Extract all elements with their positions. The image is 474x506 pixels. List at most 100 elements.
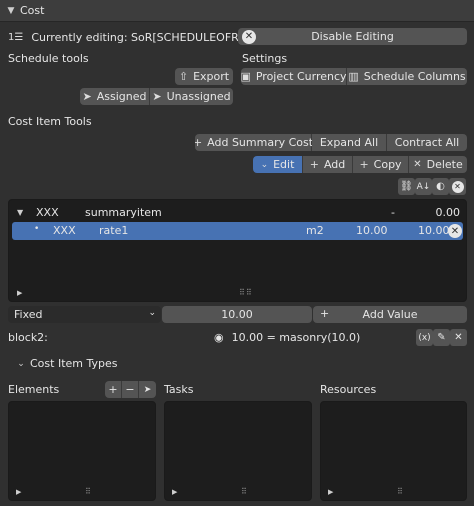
add-summary-cost-button[interactable]: + Add Summary Cost (195, 134, 313, 151)
expand-filter-icon[interactable]: ▶ (16, 488, 21, 496)
expand-filter-icon[interactable]: ▶ (172, 488, 177, 496)
add-element-button[interactable]: + (105, 381, 122, 398)
cost-tools-row1: + Add Summary Cost Expand All Contract A… (195, 134, 467, 151)
copy-label: Copy (373, 158, 402, 171)
project-currency-label: Project Currency (255, 70, 347, 83)
value-type-dropdown[interactable]: Fixed ⌄ (8, 306, 161, 323)
block-formula: 10.00 = masonry(10.0) (231, 331, 361, 344)
shading-button[interactable]: ◐ (432, 178, 449, 195)
expand-all-button[interactable]: Expand All (312, 134, 387, 151)
chevron-down-icon: ▼ (7, 5, 15, 16)
sort-button[interactable]: A↓ (415, 178, 432, 195)
resize-grip-icon[interactable]: ⠿⠿ (239, 288, 253, 297)
close-icon: ✕ (451, 180, 464, 193)
value-field[interactable]: 10.00 (162, 306, 312, 323)
tasks-heading: Tasks (164, 383, 194, 396)
remove-formula-button[interactable]: ✕ (450, 329, 467, 346)
row-qty: 10.00 (356, 224, 388, 237)
export-icon: ⇧ (178, 70, 189, 83)
contract-all-button[interactable]: Contract All (387, 134, 467, 151)
cursor-icon: ➤ (82, 90, 92, 103)
add-label: Add (323, 158, 346, 171)
cancel-icon: ✕ (242, 29, 256, 44)
clear-button[interactable]: ✕ (449, 178, 466, 195)
tasks-list[interactable]: ▶ ⠿ (164, 401, 312, 501)
export-label: Export (193, 70, 230, 83)
unassigned-label: Unassigned (166, 90, 231, 103)
resize-grip-icon[interactable]: ⠿ (85, 487, 92, 496)
add-value-label: Add Value (362, 308, 418, 321)
plus-icon: + (359, 158, 369, 171)
copy-button[interactable]: + Copy (353, 156, 409, 173)
project-currency-button[interactable]: ▣ Project Currency (241, 68, 347, 85)
table-row[interactable]: ▼ XXX summaryitem - 0.00 (9, 204, 466, 222)
shading-icon: ◐ (436, 181, 445, 192)
disable-editing-label: Disable Editing (311, 30, 394, 43)
sort-alpha-icon: A↓ (416, 181, 431, 192)
disable-editing-button[interactable]: ✕ Disable Editing (238, 28, 467, 45)
resources-list[interactable]: ▶ ⠿ (320, 401, 467, 501)
elements-tools: + − ➤ (105, 381, 156, 398)
row-value: 0.00 (435, 206, 461, 219)
link-icon: ⛓ (400, 181, 413, 192)
settings-button-group: ▣ Project Currency ▥ Schedule Columns (241, 68, 467, 85)
delete-label: Delete (426, 158, 463, 171)
link-button[interactable]: ⛓ (398, 178, 415, 195)
plus-icon: + (195, 136, 203, 149)
list-numbered-icon: 1☰ (8, 32, 24, 43)
collapse-triangle-icon[interactable]: ▼ (17, 208, 23, 217)
schedule-columns-label: Schedule Columns (363, 70, 466, 83)
chevron-down-icon: ⌄ (17, 358, 25, 369)
add-value-button[interactable]: + Add Value (313, 306, 467, 323)
block-formula-row: ◉ 10.00 = masonry(10.0) (214, 329, 360, 346)
bullet-icon: • (34, 224, 40, 234)
assignment-button-group: ➤ Assigned ➤ Unassigned (80, 88, 233, 105)
contract-all-label: Contract All (394, 136, 460, 149)
unassigned-button[interactable]: ➤ Unassigned (150, 88, 233, 105)
select-element-button[interactable]: ➤ (139, 381, 156, 398)
resources-heading: Resources (320, 383, 377, 396)
expand-filter-icon[interactable]: ▶ (17, 289, 22, 297)
row-unit: - (391, 206, 395, 219)
edit-label: Edit (273, 158, 295, 171)
cursor-icon: ➤ (143, 384, 152, 395)
expand-filter-icon[interactable]: ▶ (328, 488, 333, 496)
assigned-button[interactable]: ➤ Assigned (80, 88, 150, 105)
cost-item-tree[interactable]: ▼ XXX summaryitem - 0.00 • XXX rate1 m2 … (8, 199, 467, 302)
remove-element-button[interactable]: − (122, 381, 139, 398)
plus-icon: + (108, 383, 118, 396)
plus-icon: + (320, 307, 330, 320)
schedule-columns-button[interactable]: ▥ Schedule Columns (347, 68, 467, 85)
cost-tools-row2: ⌄ Edit + Add + Copy ✕ Delete (253, 156, 467, 173)
value-type-label: Fixed (14, 308, 43, 321)
currently-editing-label: Currently editing: SoR[SCHEDULEOFRATES] (31, 31, 270, 44)
row-unit: m2 (306, 224, 324, 237)
schedule-tools-heading: Schedule tools (8, 52, 89, 65)
minus-icon: − (125, 383, 135, 396)
close-icon: ✕ (413, 159, 422, 170)
export-button[interactable]: ⇧ Export (175, 68, 233, 85)
disc-icon: ◉ (214, 331, 224, 344)
table-row-selected[interactable]: • XXX rate1 m2 10.00 10.00 ✕ (12, 222, 463, 240)
resize-grip-icon[interactable]: ⠿ (241, 487, 248, 496)
add-button[interactable]: + Add (303, 156, 353, 173)
columns-icon: ▥ (348, 70, 359, 83)
row-name: rate1 (99, 224, 129, 237)
edit-button[interactable]: ⌄ Edit (253, 156, 303, 173)
value-field-text: 10.00 (221, 308, 253, 321)
expand-all-label: Expand All (319, 136, 379, 149)
cost-item-types-header[interactable]: ⌄ Cost Item Types (14, 355, 117, 372)
formula-icon: (x) (418, 332, 431, 343)
cost-panel-header[interactable]: ▼ Cost (0, 0, 474, 22)
remove-row-icon[interactable]: ✕ (448, 224, 462, 238)
formula-button[interactable]: (x) (416, 329, 433, 346)
panel-title: Cost (20, 4, 45, 17)
pencil-icon: ✎ (437, 332, 446, 343)
resize-grip-icon[interactable]: ⠿ (397, 487, 404, 496)
edit-formula-button[interactable]: ✎ (433, 329, 450, 346)
row-name: summaryitem (85, 206, 162, 219)
elements-list[interactable]: ▶ ⠿ (8, 401, 156, 501)
delete-button[interactable]: ✕ Delete (409, 156, 467, 173)
elements-heading: Elements (8, 383, 60, 396)
editing-row: 1☰ Currently editing: SoR[SCHEDULEOFRATE… (8, 29, 270, 46)
